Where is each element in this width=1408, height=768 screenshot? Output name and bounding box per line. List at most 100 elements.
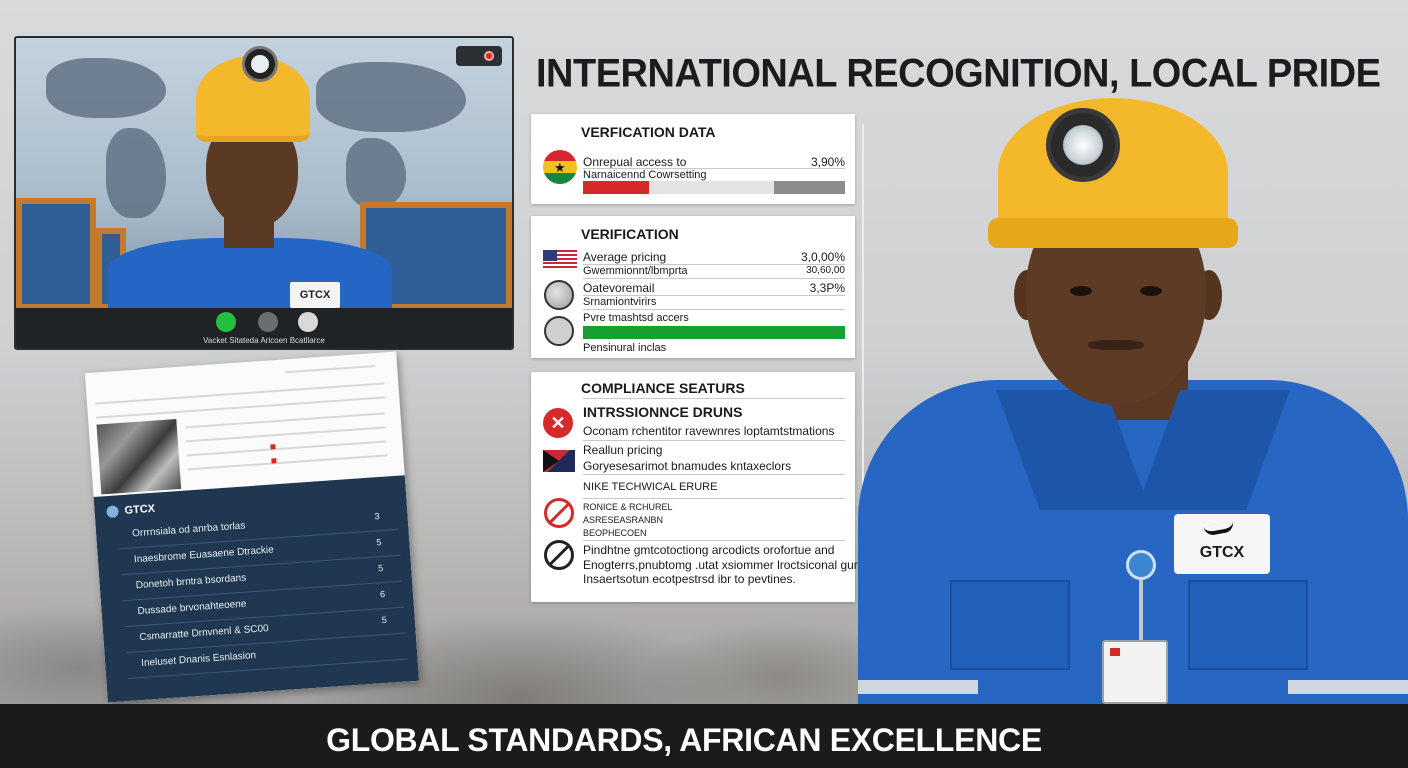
- compliance-row: Goryesesarimot bnamudes kntaxeclors: [583, 459, 792, 473]
- row-divider: [583, 398, 845, 399]
- row-divider: [583, 278, 845, 279]
- world-map-shape: [316, 62, 466, 132]
- recording-indicator[interactable]: [456, 46, 502, 66]
- reflective-stripe: [858, 680, 978, 694]
- compliance-row: NIKE TECHWICAL ERURE: [583, 481, 718, 493]
- progress-fill-green: [583, 326, 845, 339]
- doc-brand: GTCX: [124, 502, 156, 517]
- helmet-brim: [988, 218, 1238, 248]
- miner-eye: [1070, 286, 1092, 296]
- doc-red-mark: [271, 458, 277, 464]
- doc-row-num: 5: [376, 537, 382, 548]
- verification-row-value: 30,60,00: [806, 265, 845, 276]
- badge-lanyard: [1139, 580, 1143, 640]
- bottom-banner: GLOBAL STANDARDS, AFRICAN EXCELLENCE: [0, 704, 1408, 768]
- verification-row-label: Pvre tmashtsd accers: [583, 312, 689, 324]
- record-icon: [484, 51, 494, 61]
- card-title: VERFICATION DATA: [581, 124, 716, 140]
- doc-table-line: [186, 440, 387, 457]
- prohibited-icon: [544, 540, 574, 570]
- verification-row-value: 3,3P%: [809, 281, 845, 295]
- compliance-paragraph-line: Pindhtne gmtcotoctiong arcodicts orofort…: [583, 543, 835, 557]
- doc-row-num: 6: [379, 588, 386, 600]
- world-map-shape: [106, 128, 166, 218]
- miner-portrait: GTCX: [858, 90, 1408, 710]
- compliance-row: Reallun pricing: [583, 443, 663, 457]
- access-value: 3,90%: [810, 155, 845, 169]
- globe-icon: [544, 280, 574, 310]
- world-map-shape: [46, 58, 166, 118]
- badge-clip-icon: [1126, 550, 1156, 580]
- name-tag-text: GTCX: [1199, 544, 1245, 561]
- verification-progress-bar: [583, 181, 845, 194]
- compliance-card: COMPLIANCE SEATURS ✕ INTRSSIONNCE DRUNS …: [531, 372, 870, 602]
- presenter-shirt: [108, 238, 392, 318]
- doc-table-line: [184, 412, 385, 429]
- compliance-subtitle: INTRSSIONNCE DRUNS: [583, 404, 743, 420]
- doc-row-label: Donetoh brntra bsordans: [135, 572, 247, 592]
- swoosh-logo-icon: [1203, 521, 1235, 537]
- verification-row-label: Oatevoremail: [583, 281, 655, 295]
- seal-icon: [544, 316, 574, 346]
- doc-row-num: 5: [381, 614, 388, 626]
- reflective-stripe: [1288, 680, 1408, 694]
- verification-row-label: Srnamiontvirirs: [583, 296, 657, 308]
- row-divider: [583, 440, 845, 441]
- close-x-icon: ✕: [543, 408, 573, 438]
- doc-row-num: 3: [374, 511, 380, 522]
- gtcx-logo-icon: [106, 505, 119, 519]
- doc-row-label: Dussade brvonahteoene: [137, 598, 247, 618]
- us-flag-icon: [543, 250, 577, 270]
- miner-eye: [1140, 286, 1162, 296]
- mic-toggle-button[interactable]: [216, 312, 236, 332]
- helmet-lamp-icon: [242, 46, 278, 82]
- doc-row-label: Csmarratte Drnvnenl & SC00: [139, 623, 270, 644]
- id-card: [1102, 640, 1168, 704]
- row-divider: [583, 474, 845, 475]
- verification-row-value: 3,0,00%: [800, 250, 845, 264]
- doc-table-line: [185, 426, 386, 443]
- verification-row-label: Average pricing: [583, 250, 667, 264]
- video-feed: GTCX: [16, 38, 512, 318]
- verification-row-label: Pensinural inclas: [583, 342, 667, 354]
- compliance-row: BEOPHECOEN: [583, 528, 647, 538]
- compliance-document: GTCX Orrrnsiala od anrba torlas 3 Inaesb…: [84, 351, 420, 703]
- access-label: Onrepual access to: [583, 155, 687, 169]
- verification-green-bar: [583, 326, 845, 339]
- row-divider: [583, 540, 845, 541]
- doc-header-line: [285, 365, 376, 374]
- call-caption: Vacket Sitateda Aricoen Bcatllarce: [203, 336, 325, 345]
- card-title: COMPLIANCE SEATURS: [581, 380, 745, 396]
- doc-red-mark: [270, 444, 276, 450]
- row-divider: [583, 498, 845, 499]
- progress-fill-gray: [774, 181, 845, 194]
- doc-row-num: 5: [377, 562, 384, 574]
- presenter-name-tag: GTCX: [290, 282, 340, 308]
- compliance-paragraph-line: Insaertsotun ecotpestrsd ibr to pevtines…: [583, 572, 796, 586]
- end-call-button[interactable]: [298, 312, 318, 332]
- coverage-label: Narnaicennd Cowrsetting: [583, 169, 707, 181]
- call-control-bar: Vacket Sitateda Aricoen Bcatllarce: [16, 308, 512, 348]
- world-map-shape: [346, 138, 406, 208]
- miner-name-tag: GTCX: [1174, 514, 1270, 574]
- verification-card: VERIFICATION Average pricing 3,0,00% Gwe…: [531, 216, 855, 358]
- mineral-photo: [96, 419, 182, 495]
- ghana-flag-icon: ★: [543, 150, 577, 184]
- verification-data-card: VERFICATION DATA ★ Onrepual access to 3,…: [531, 114, 855, 204]
- shirt-pocket: [1188, 580, 1308, 670]
- camera-toggle-button[interactable]: [258, 312, 278, 332]
- miner-mouth: [1088, 340, 1144, 350]
- progress-fill-red: [583, 181, 649, 194]
- doc-dark-section: GTCX Orrrnsiala od anrba torlas 3 Inaesb…: [93, 475, 420, 703]
- compliance-paragraph-line: Enogterrs,pnubtomg .utat xsiommer lrocts…: [583, 558, 871, 572]
- studio-wall-panel: [16, 198, 96, 310]
- doc-row-label: Ineluset Dnanis Esnlasion: [140, 650, 257, 670]
- card-title: VERIFICATION: [581, 226, 679, 242]
- verification-row-label: Gwemmionnt/lbmprta: [583, 265, 688, 277]
- helmet-lamp-icon: [1046, 108, 1120, 182]
- prohibited-icon: [544, 498, 574, 528]
- flag-icon: [543, 450, 575, 472]
- shirt-pocket: [950, 580, 1070, 670]
- video-call-window[interactable]: GTCX Vacket Sitateda Aricoen Bcatllarce: [14, 36, 514, 350]
- banner-text: GLOBAL STANDARDS, AFRICAN EXCELLENCE: [326, 722, 1042, 758]
